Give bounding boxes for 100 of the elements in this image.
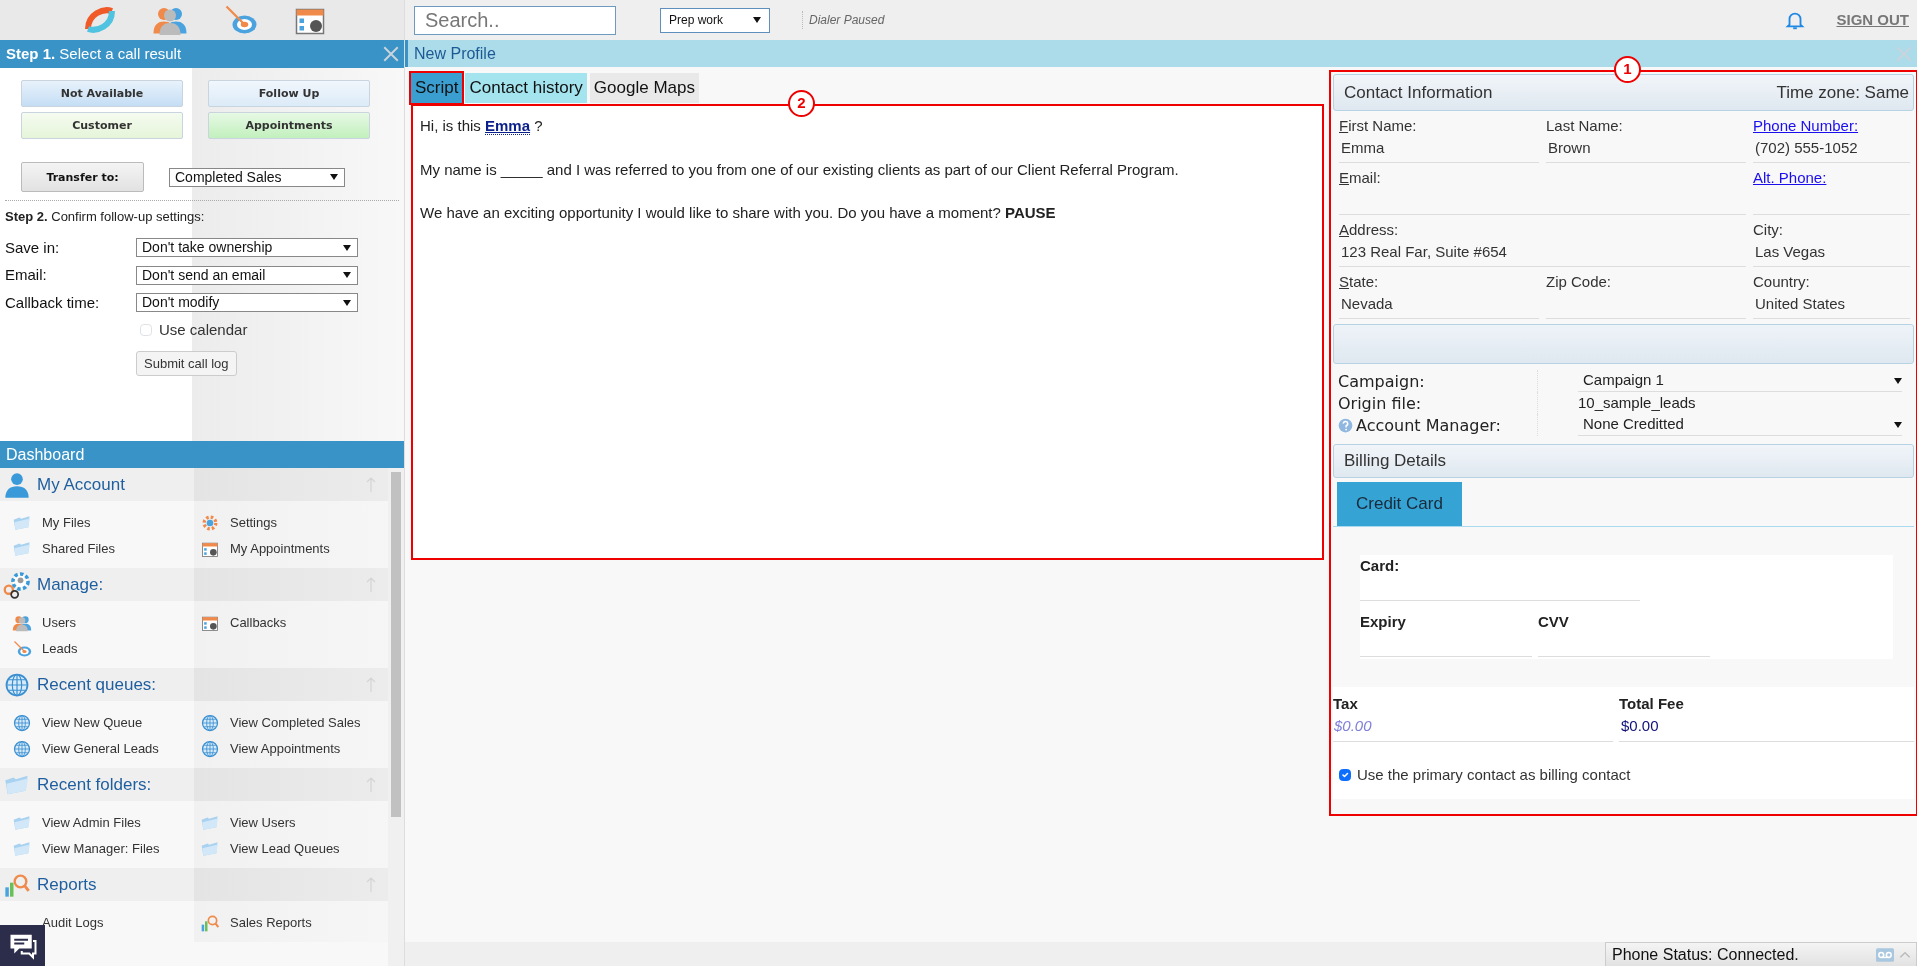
select-field[interactable]: Campaign 1 — [1578, 370, 1902, 392]
menu-item[interactable]: View General Leads — [12, 738, 200, 760]
caret-icon — [343, 244, 351, 251]
field-label: Email: — [1339, 168, 1382, 188]
callout-number: 2 — [788, 90, 815, 117]
field-label: Last Name: — [1546, 116, 1624, 136]
field-label: Total Fee — [1619, 694, 1685, 714]
field-label: Save in: — [5, 237, 61, 258]
globe-icon — [200, 713, 220, 733]
search-field[interactable]: Search.. — [414, 5, 616, 35]
field-label: Tax — [1333, 694, 1359, 714]
menu-item[interactable]: View Completed Sales — [200, 712, 388, 734]
panel-title: New Profile — [414, 43, 496, 64]
arrow-up-icon[interactable] — [366, 776, 376, 792]
caret-icon — [753, 17, 761, 23]
menu-item[interactable]: Leads — [12, 638, 200, 660]
select-field[interactable]: None Creditted — [1578, 414, 1902, 436]
phone-status: Phone Status: Connected. — [1612, 944, 1799, 965]
section-title: Reports — [37, 873, 97, 896]
tab[interactable]: Contact history — [465, 73, 587, 103]
arrow-up-icon[interactable] — [366, 876, 376, 892]
section-title: Manage: — [37, 573, 104, 596]
menu-item[interactable]: View Appointments — [200, 738, 388, 760]
chat-button[interactable] — [0, 925, 45, 966]
submit-button[interactable]: Submit call log — [136, 350, 237, 376]
name-link[interactable]: Emma — [485, 117, 531, 135]
section-header[interactable]: Recent folders: — [0, 768, 388, 801]
field-label: State: — [1339, 272, 1380, 292]
voicemail-icon[interactable] — [1876, 947, 1894, 962]
section-title: Billing Details — [1344, 450, 1447, 473]
field-label: Origin file: — [1338, 393, 1422, 413]
help-icon[interactable] — [1338, 417, 1353, 433]
setting-select[interactable]: Don't take ownership — [136, 238, 358, 258]
menu-item[interactable]: Audit Logs — [12, 912, 200, 934]
field-label: Country: — [1753, 272, 1811, 292]
tab[interactable]: Credit Card — [1337, 482, 1462, 526]
menu-item[interactable]: Users — [12, 612, 200, 634]
checkbox[interactable] — [1339, 769, 1351, 782]
call-result-button[interactable]: Not Available — [21, 80, 183, 107]
mode-select[interactable]: Prep work — [660, 7, 770, 33]
text-field[interactable]: 123 Real Far, Suite #654 — [1339, 241, 1746, 267]
text-field[interactable]: Brown — [1546, 137, 1746, 163]
menu-item[interactable]: Settings — [200, 512, 388, 534]
users-icon — [12, 613, 32, 633]
text-field[interactable]: United States — [1753, 293, 1910, 319]
menu-item[interactable]: My Files — [12, 512, 200, 534]
field-label: CVV — [1538, 612, 1570, 632]
panel-title: Dashboard — [6, 444, 85, 465]
field-link[interactable]: Phone Number: — [1753, 115, 1910, 137]
field-label: Email: — [5, 265, 48, 285]
text-field[interactable]: Emma — [1339, 137, 1539, 163]
scrollbar[interactable] — [388, 468, 404, 966]
section-header[interactable]: Reports — [0, 868, 388, 901]
menu-item[interactable]: View Lead Queues — [200, 838, 388, 860]
field-label: First Name: — [1339, 116, 1418, 136]
sign-out-link[interactable]: SIGN OUT — [1836, 8, 1909, 32]
arrow-up-icon[interactable] — [366, 476, 376, 492]
menu-item[interactable]: My Appointments — [200, 538, 388, 560]
close-icon[interactable] — [382, 45, 400, 63]
script-text: We have an exciting opportunity I would like to share with you. Do you have a moment? PAUSE — [420, 203, 1057, 223]
call-result-button[interactable]: Customer — [21, 112, 183, 139]
caret-icon — [343, 299, 351, 306]
globe-icon — [12, 739, 32, 759]
menu-item[interactable]: Callbacks — [200, 612, 388, 634]
panel-title: Step 1. Select a call result — [6, 43, 182, 64]
transfer-button[interactable]: Transfer to: — [21, 162, 144, 192]
globe-icon — [200, 739, 220, 759]
menu-item[interactable]: Sales Reports — [200, 912, 388, 934]
section-header[interactable]: Manage: — [0, 568, 388, 601]
setting-select[interactable]: Don't modify — [136, 293, 358, 313]
setting-select[interactable]: Don't send an email — [136, 265, 358, 285]
field-link[interactable]: Alt. Phone: — [1753, 167, 1910, 189]
dialer-status: Dialer Paused — [802, 11, 885, 29]
section-title: My Account — [37, 473, 125, 496]
menu-item[interactable]: View Manager: Files — [12, 838, 200, 860]
menu-item[interactable]: View Admin Files — [12, 812, 200, 834]
text-field[interactable]: (702) 555-1052 — [1753, 137, 1910, 163]
field-label: Zip Code: — [1546, 272, 1613, 292]
timezone-label: Time zone: Same — [1776, 81, 1909, 104]
caret-icon — [343, 272, 351, 279]
menu-item[interactable]: Shared Files — [12, 538, 200, 560]
tab[interactable]: Google Maps — [589, 73, 699, 103]
script-text: My name is _____ and I was referred to you from one of our existing clients as part of our Client Referral Program. — [420, 159, 1180, 180]
field-label: Expiry — [1360, 612, 1407, 632]
field-value: 10_sample_leads — [1578, 392, 1697, 413]
close-icon[interactable] — [1895, 44, 1913, 63]
transfer-select[interactable]: Completed Sales — [169, 167, 345, 187]
section-header[interactable]: Recent queues: — [0, 668, 388, 701]
section-header[interactable]: My Account — [0, 468, 388, 501]
menu-item[interactable]: View New Queue — [12, 712, 200, 734]
text-field[interactable]: Las Vegas — [1753, 241, 1910, 267]
arrow-up-icon[interactable] — [366, 576, 376, 592]
field-label: Account Manager: — [1356, 415, 1501, 435]
call-result-button[interactable]: Appointments — [208, 112, 370, 139]
gear-icon — [200, 513, 220, 533]
tab[interactable]: Script — [411, 73, 463, 103]
menu-item[interactable]: View Users — [200, 812, 388, 834]
arrow-up-icon[interactable] — [366, 676, 376, 692]
call-result-button[interactable]: Follow Up — [208, 80, 370, 107]
text-field[interactable]: Nevada — [1339, 293, 1539, 319]
